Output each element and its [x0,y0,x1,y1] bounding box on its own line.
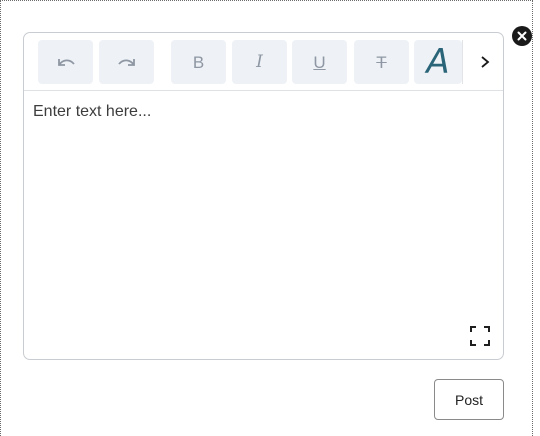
close-icon [517,31,527,41]
fullscreen-icon [470,326,490,346]
redo-button[interactable] [99,40,154,84]
font-style-button[interactable]: A [414,40,462,84]
close-button[interactable] [512,26,532,46]
toolbar-more-button[interactable] [472,40,498,84]
italic-label: I [256,51,263,72]
underline-button[interactable]: U [292,40,347,84]
underline-label: U [313,52,326,72]
chevron-right-icon [481,56,490,68]
post-composer-panel: B I U T A Enter text here... Post [0,0,533,436]
undo-button[interactable] [38,40,93,84]
strikethrough-button[interactable]: T [354,40,409,84]
toolbar-divider [462,40,463,84]
italic-button[interactable]: I [232,40,287,84]
editor-text-area[interactable]: Enter text here... [33,103,151,121]
font-style-label: A [426,42,450,82]
undo-icon [57,59,75,66]
strikethrough-label: T [376,52,387,72]
post-button[interactable]: Post [434,379,504,420]
redo-icon [117,59,135,66]
fullscreen-button[interactable] [468,324,492,348]
rich-text-editor: B I U T A Enter text here... [23,32,504,360]
bold-label: B [192,52,205,72]
bold-button[interactable]: B [171,40,226,84]
editor-toolbar: B I U T A [24,33,503,91]
